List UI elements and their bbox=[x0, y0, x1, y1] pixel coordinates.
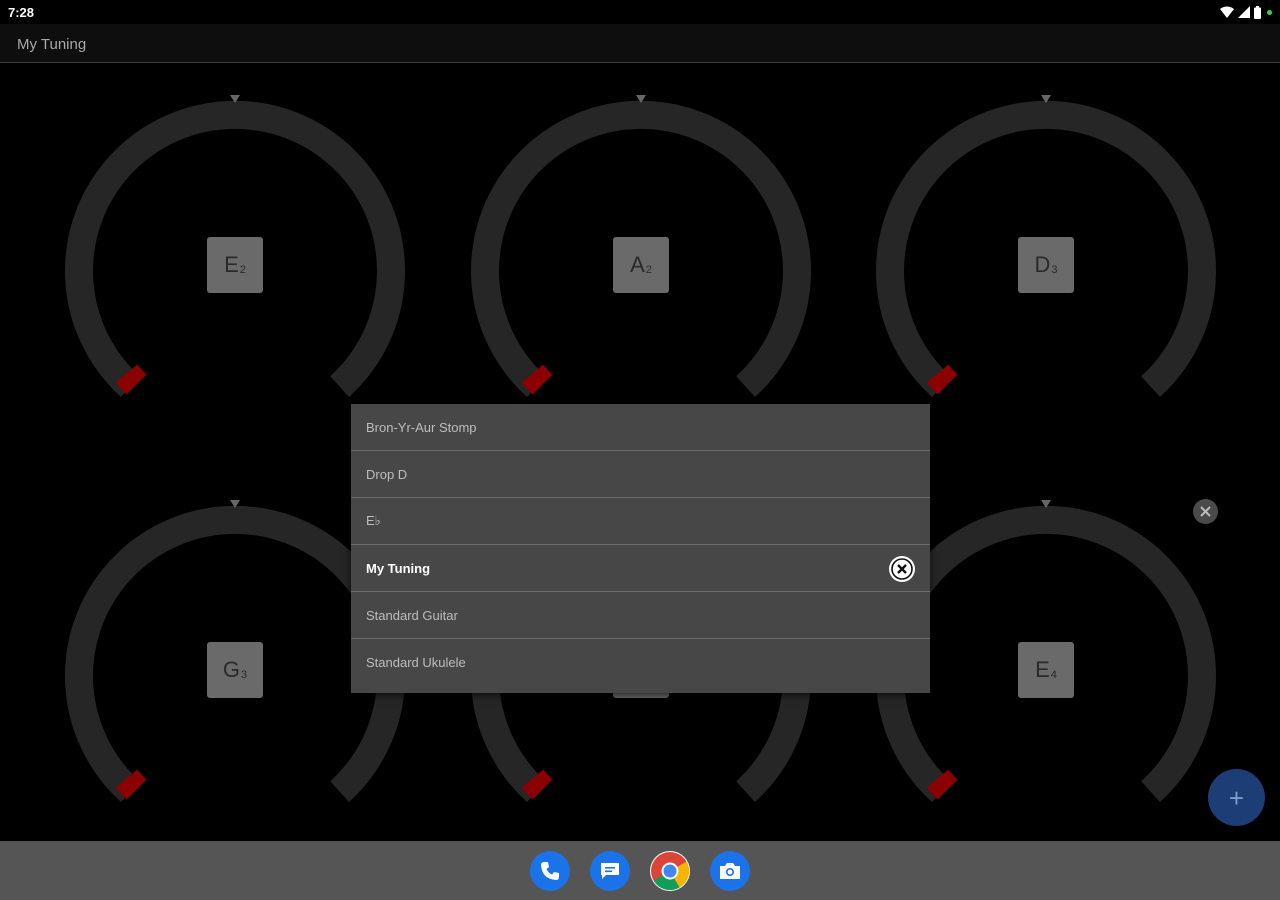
chrome-icon bbox=[651, 852, 690, 891]
battery-icon bbox=[1254, 5, 1261, 19]
menu-item-drop-d[interactable]: Drop D bbox=[351, 451, 930, 498]
plus-icon: + bbox=[1228, 782, 1245, 813]
note-button[interactable]: D3 bbox=[1018, 237, 1074, 293]
note-octave: 3 bbox=[241, 669, 248, 681]
note-letter: D bbox=[1034, 252, 1051, 277]
phone-icon bbox=[541, 862, 559, 880]
status-bar: 7:28 bbox=[0, 0, 1280, 24]
app-title-bar: My Tuning bbox=[0, 24, 1280, 63]
note-letter: G bbox=[222, 657, 240, 682]
menu-item-e-flat[interactable]: E♭ bbox=[351, 498, 930, 545]
menu-item-label: Standard Ukulele bbox=[366, 655, 466, 670]
note-letter: E bbox=[1035, 657, 1050, 682]
messages-icon bbox=[601, 863, 619, 879]
note-octave: 2 bbox=[645, 264, 652, 276]
tuning-dropdown-menu: Bron-Yr-Aur Stomp Drop D E♭ My Tuning St… bbox=[351, 404, 930, 693]
camera-icon bbox=[720, 863, 740, 879]
privacy-indicator-icon bbox=[1267, 9, 1272, 15]
note-letter: A bbox=[630, 252, 645, 277]
messages-app[interactable] bbox=[590, 851, 630, 891]
camera-app[interactable] bbox=[710, 851, 750, 891]
signal-icon bbox=[1238, 6, 1250, 18]
menu-item-label: Drop D bbox=[366, 466, 408, 482]
note-button[interactable]: A2 bbox=[613, 237, 669, 293]
page-title[interactable]: My Tuning bbox=[17, 36, 86, 53]
note-button[interactable]: E2 bbox=[207, 237, 263, 293]
menu-item-my-tuning[interactable]: My Tuning bbox=[351, 545, 930, 592]
note-button[interactable]: E4 bbox=[1018, 642, 1074, 698]
delete-tuning-button[interactable] bbox=[889, 556, 915, 582]
menu-item-label: My Tuning bbox=[366, 560, 431, 576]
remove-string-button[interactable] bbox=[1193, 499, 1218, 524]
menu-item-standard-guitar[interactable]: Standard Guitar bbox=[351, 592, 930, 639]
menu-item-label: Bron-Yr-Aur Stomp bbox=[366, 419, 477, 435]
note-octave: 3 bbox=[1051, 264, 1058, 276]
tuning-dial-2[interactable]: A2 bbox=[461, 85, 821, 405]
phone-app[interactable] bbox=[530, 851, 570, 891]
chrome-app[interactable] bbox=[650, 851, 690, 891]
menu-item-bron-yr-aur-stomp[interactable]: Bron-Yr-Aur Stomp bbox=[351, 404, 930, 451]
close-icon bbox=[1200, 506, 1211, 517]
wifi-icon bbox=[1220, 6, 1234, 18]
app-dock bbox=[0, 841, 1280, 900]
tuning-dial-1[interactable]: E2 bbox=[55, 85, 415, 405]
menu-item-label: E♭ bbox=[366, 513, 381, 528]
menu-item-standard-ukulele[interactable]: Standard Ukulele bbox=[351, 639, 930, 686]
add-string-button[interactable]: + bbox=[1208, 769, 1265, 826]
note-octave: 4 bbox=[1050, 669, 1057, 681]
status-icons bbox=[1220, 5, 1272, 19]
close-icon bbox=[891, 558, 913, 580]
note-button[interactable]: G3 bbox=[207, 642, 263, 698]
note-letter: E bbox=[224, 252, 239, 277]
tuning-dial-3[interactable]: D3 bbox=[866, 85, 1226, 405]
note-octave: 2 bbox=[239, 264, 246, 276]
menu-item-label: Standard Guitar bbox=[366, 607, 458, 623]
tuner-screen: 7:28 My Tuning E2 A2 D 3 G 3 E 4 Bron-Yr… bbox=[0, 0, 1280, 900]
status-time: 7:28 bbox=[8, 5, 35, 20]
